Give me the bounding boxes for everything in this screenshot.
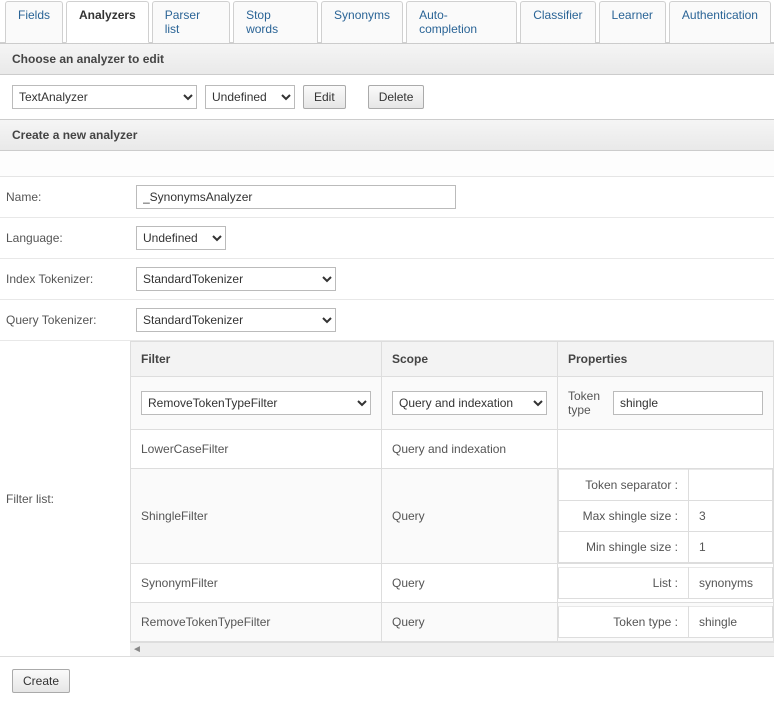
prop-value: shingle <box>689 607 773 638</box>
prop-key: Token type : <box>559 607 689 638</box>
horizontal-scrollbar[interactable]: ◄ <box>130 642 774 656</box>
filter-name-cell: RemoveTokenTypeFilter <box>131 603 382 642</box>
prop-key: Token separator : <box>559 470 689 501</box>
filter-name-cell: ShingleFilter <box>131 469 382 564</box>
prop-key: Min shingle size : <box>559 532 689 563</box>
filter-name-cell: SynonymFilter <box>131 564 382 603</box>
tab-parser-list[interactable]: Parser list <box>152 1 230 43</box>
prop-value <box>689 470 773 501</box>
filter-row: SynonymFilterQueryList :synonyms <box>131 564 774 603</box>
props-col-header: Properties <box>558 342 774 377</box>
tab-authentication[interactable]: Authentication <box>669 1 771 43</box>
prop-key-token-type: Token type <box>568 389 605 417</box>
query-tokenizer-select[interactable]: StandardTokenizer <box>136 308 336 332</box>
scroll-left-arrow-icon: ◄ <box>132 644 142 655</box>
prop-value: synonyms <box>689 568 773 599</box>
filter-scope-cell: Query <box>382 564 558 603</box>
new-filter-scope-select[interactable]: Query and indexation <box>392 391 547 415</box>
prop-key: List : <box>559 568 689 599</box>
index-tokenizer-label: Index Tokenizer: <box>0 259 130 300</box>
query-tokenizer-label: Query Tokenizer: <box>0 300 130 341</box>
language-label: Language: <box>0 218 130 259</box>
filter-scope-cell: Query <box>382 603 558 642</box>
analyzer-name-input[interactable] <box>136 185 456 209</box>
tab-fields[interactable]: Fields <box>5 1 63 43</box>
delete-button[interactable]: Delete <box>368 85 425 109</box>
existing-analyzer-language-select[interactable]: Undefined <box>205 85 295 109</box>
new-filter-select[interactable]: RemoveTokenTypeFilter <box>141 391 371 415</box>
filter-list-label: Filter list: <box>0 341 130 657</box>
tab-bar: FieldsAnalyzersParser listStop wordsSyno… <box>0 0 774 43</box>
filter-props-cell: List :synonyms <box>558 564 774 603</box>
tab-synonyms[interactable]: Synonyms <box>321 1 403 43</box>
choose-panel-title: Choose an analyzer to edit <box>0 43 774 75</box>
prop-key: Max shingle size : <box>559 501 689 532</box>
existing-analyzer-select[interactable]: TextAnalyzer <box>12 85 197 109</box>
tab-analyzers[interactable]: Analyzers <box>66 1 149 43</box>
prop-value: 3 <box>689 501 773 532</box>
create-button[interactable]: Create <box>12 669 70 693</box>
filter-row: ShingleFilterQueryToken separator :Max s… <box>131 469 774 564</box>
filter-name-cell: LowerCaseFilter <box>131 430 382 469</box>
filter-col-header: Filter <box>131 342 382 377</box>
filter-row: RemoveTokenTypeFilterQueryToken type :sh… <box>131 603 774 642</box>
filter-props-cell: Token type :shingle <box>558 603 774 642</box>
tab-auto-completion[interactable]: Auto-completion <box>406 1 517 43</box>
prop-value: 1 <box>689 532 773 563</box>
index-tokenizer-select[interactable]: StandardTokenizer <box>136 267 336 291</box>
filter-props-cell: Token separator :Max shingle size :3Min … <box>558 469 774 564</box>
filter-row: LowerCaseFilterQuery and indexation <box>131 430 774 469</box>
tab-learner[interactable]: Learner <box>599 1 666 43</box>
filter-scope-cell: Query and indexation <box>382 430 558 469</box>
language-select[interactable]: Undefined <box>136 226 226 250</box>
tab-stop-words[interactable]: Stop words <box>233 1 318 43</box>
filter-scope-cell: Query <box>382 469 558 564</box>
prop-val-token-type-input[interactable] <box>613 391 763 415</box>
name-label: Name: <box>0 177 130 218</box>
edit-button[interactable]: Edit <box>303 85 346 109</box>
scope-col-header: Scope <box>382 342 558 377</box>
filter-props-cell <box>558 430 774 469</box>
tab-classifier[interactable]: Classifier <box>520 1 595 43</box>
create-panel-title: Create a new analyzer <box>0 119 774 151</box>
